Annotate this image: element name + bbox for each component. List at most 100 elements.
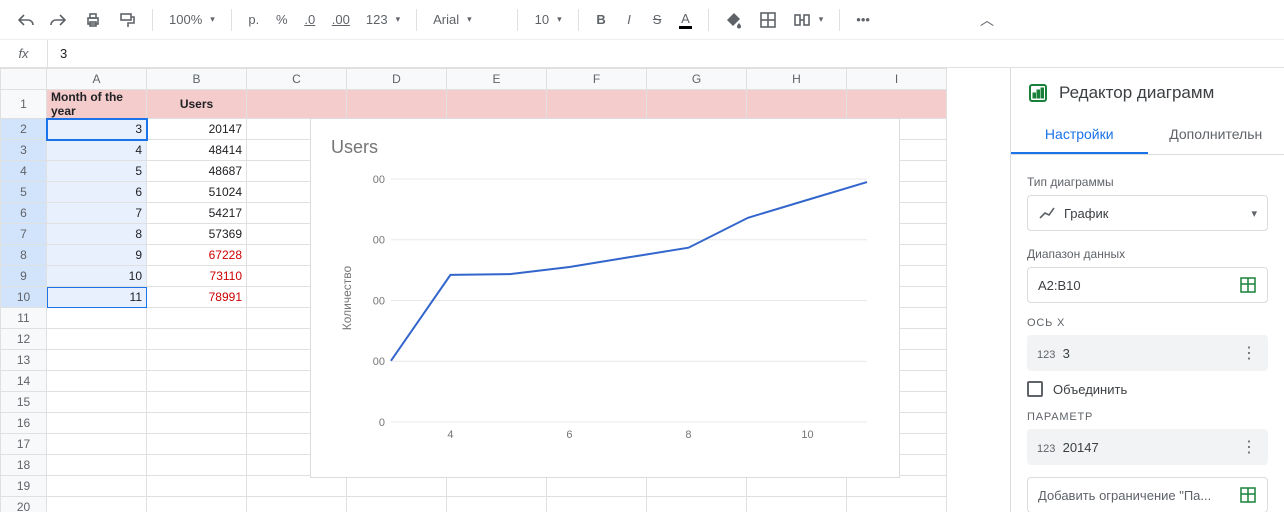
cell[interactable]: 4 bbox=[47, 140, 147, 161]
row-header[interactable]: 16 bbox=[1, 413, 47, 434]
chart-object[interactable]: Users Количество 02000040000600008000046… bbox=[310, 118, 900, 478]
column-header[interactable]: E bbox=[447, 69, 547, 90]
row-header[interactable]: 4 bbox=[1, 161, 47, 182]
row-header[interactable]: 12 bbox=[1, 329, 47, 350]
chart-type-select[interactable]: График ▾ bbox=[1027, 195, 1268, 231]
tab-setup[interactable]: Настройки bbox=[1011, 116, 1148, 154]
decrease-decimal-button[interactable]: .0 bbox=[298, 8, 322, 31]
combine-checkbox[interactable]: Объединить bbox=[1027, 381, 1268, 397]
cell[interactable]: 73110 bbox=[147, 266, 247, 287]
series-more-button[interactable]: ⋮ bbox=[1240, 437, 1258, 457]
cell[interactable] bbox=[647, 497, 747, 512]
cell[interactable] bbox=[247, 497, 347, 512]
row-header[interactable]: 1 bbox=[1, 90, 47, 119]
cell[interactable] bbox=[247, 476, 347, 497]
fill-color-button[interactable] bbox=[719, 7, 749, 33]
increase-decimal-button[interactable]: .00 bbox=[326, 8, 356, 31]
cell[interactable]: 5 bbox=[47, 161, 147, 182]
cell[interactable] bbox=[147, 476, 247, 497]
cell[interactable] bbox=[47, 308, 147, 329]
cell[interactable]: 57369 bbox=[147, 224, 247, 245]
row-header[interactable]: 2 bbox=[1, 119, 47, 140]
tab-customize[interactable]: Дополнительн bbox=[1148, 116, 1284, 154]
cell[interactable]: 78991 bbox=[147, 287, 247, 308]
cell[interactable] bbox=[147, 308, 247, 329]
add-limit-button[interactable]: Добавить ограничение "Па... bbox=[1027, 477, 1268, 512]
row-header[interactable]: 13 bbox=[1, 350, 47, 371]
cell[interactable]: 3 bbox=[47, 119, 147, 140]
column-header[interactable]: H bbox=[747, 69, 847, 90]
cell[interactable]: 67228 bbox=[147, 245, 247, 266]
row-header[interactable]: 18 bbox=[1, 455, 47, 476]
column-header[interactable]: B bbox=[147, 69, 247, 90]
collapse-toolbar-button[interactable]: ︿ bbox=[980, 10, 994, 30]
cell[interactable] bbox=[547, 476, 647, 497]
merge-button[interactable] bbox=[787, 7, 830, 33]
cell[interactable] bbox=[147, 497, 247, 512]
redo-button[interactable] bbox=[44, 7, 74, 33]
select-range-icon[interactable] bbox=[1239, 486, 1257, 504]
more-toolbar-button[interactable]: ••• bbox=[850, 8, 876, 31]
bold-button[interactable]: B bbox=[589, 8, 613, 31]
zoom-select[interactable]: 100% bbox=[163, 8, 221, 31]
cell[interactable] bbox=[847, 497, 947, 512]
cell[interactable]: 48414 bbox=[147, 140, 247, 161]
cell[interactable] bbox=[47, 476, 147, 497]
column-header[interactable]: D bbox=[347, 69, 447, 90]
column-header[interactable]: I bbox=[847, 69, 947, 90]
cell[interactable] bbox=[147, 329, 247, 350]
cell[interactable] bbox=[447, 476, 547, 497]
x-axis-more-button[interactable]: ⋮ bbox=[1240, 343, 1258, 363]
cell[interactable] bbox=[47, 392, 147, 413]
cell[interactable]: 51024 bbox=[147, 182, 247, 203]
select-range-icon[interactable] bbox=[1239, 276, 1257, 294]
cell[interactable]: 54217 bbox=[147, 203, 247, 224]
row-header[interactable]: 7 bbox=[1, 224, 47, 245]
currency-button[interactable]: р. bbox=[242, 8, 266, 31]
borders-button[interactable] bbox=[753, 7, 783, 33]
row-header[interactable]: 6 bbox=[1, 203, 47, 224]
row-header[interactable]: 11 bbox=[1, 308, 47, 329]
cell[interactable] bbox=[47, 434, 147, 455]
cell[interactable] bbox=[347, 476, 447, 497]
cell[interactable] bbox=[147, 413, 247, 434]
paint-format-button[interactable] bbox=[112, 7, 142, 33]
percent-button[interactable]: % bbox=[270, 8, 294, 31]
cell[interactable] bbox=[147, 455, 247, 476]
cell[interactable] bbox=[47, 413, 147, 434]
cell[interactable] bbox=[647, 476, 747, 497]
text-color-button[interactable]: A bbox=[673, 7, 698, 33]
data-range-input[interactable]: A2:B10 bbox=[1027, 267, 1268, 303]
cell[interactable] bbox=[747, 476, 847, 497]
cell[interactable] bbox=[847, 476, 947, 497]
cell[interactable]: 10 bbox=[47, 266, 147, 287]
row-header[interactable]: 3 bbox=[1, 140, 47, 161]
cell[interactable]: 8 bbox=[47, 224, 147, 245]
cell[interactable]: 11 bbox=[47, 287, 147, 308]
cell[interactable] bbox=[147, 392, 247, 413]
cell[interactable] bbox=[47, 455, 147, 476]
column-header[interactable]: C bbox=[247, 69, 347, 90]
italic-button[interactable]: I bbox=[617, 8, 641, 31]
cell[interactable]: 7 bbox=[47, 203, 147, 224]
row-header[interactable]: 20 bbox=[1, 497, 47, 512]
column-header[interactable]: F bbox=[547, 69, 647, 90]
print-button[interactable] bbox=[78, 7, 108, 33]
row-header[interactable]: 14 bbox=[1, 371, 47, 392]
row-header[interactable]: 9 bbox=[1, 266, 47, 287]
cell[interactable]: 6 bbox=[47, 182, 147, 203]
row-header[interactable]: 5 bbox=[1, 182, 47, 203]
cell[interactable] bbox=[147, 371, 247, 392]
font-select[interactable]: Arial bbox=[427, 8, 507, 31]
cell[interactable] bbox=[47, 350, 147, 371]
spreadsheet-area[interactable]: ABCDEFGHI1Month of the yearUsers23201473… bbox=[0, 68, 1010, 512]
x-axis-field[interactable]: 123 3 ⋮ bbox=[1027, 335, 1268, 371]
cell[interactable] bbox=[47, 329, 147, 350]
row-header[interactable]: 19 bbox=[1, 476, 47, 497]
undo-button[interactable] bbox=[10, 7, 40, 33]
row-header[interactable]: 17 bbox=[1, 434, 47, 455]
row-header[interactable]: 15 bbox=[1, 392, 47, 413]
cell[interactable] bbox=[547, 497, 647, 512]
cell[interactable]: 9 bbox=[47, 245, 147, 266]
strike-button[interactable]: S bbox=[645, 8, 669, 31]
